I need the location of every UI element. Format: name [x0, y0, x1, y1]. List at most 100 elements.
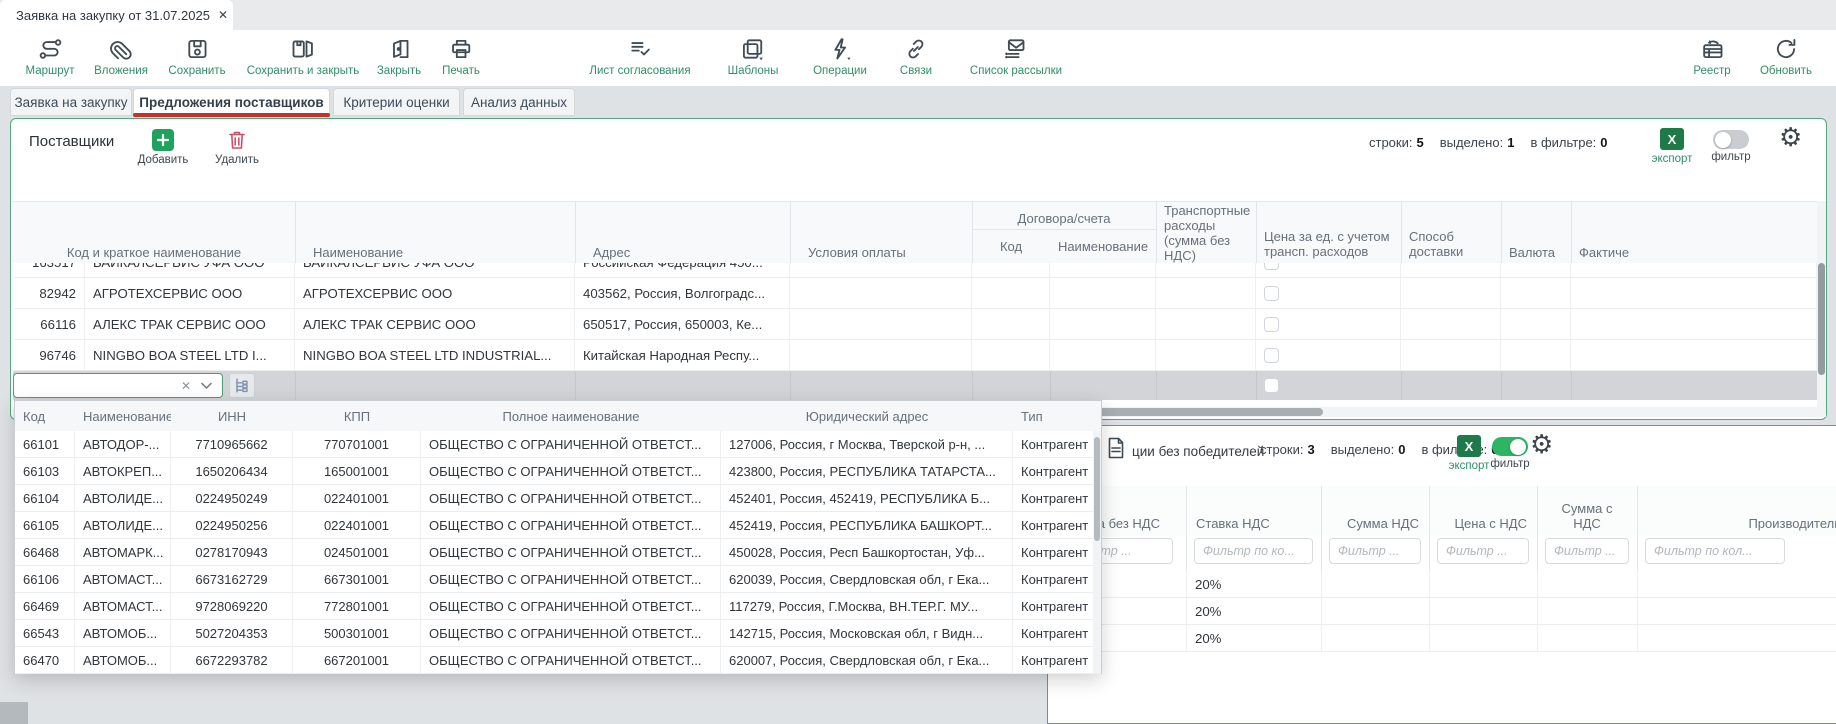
- lightning-icon: [813, 36, 867, 62]
- toolbar-button-door[interactable]: Закрыть: [377, 36, 421, 77]
- tab-evaluation-criteria[interactable]: Критерии оценки: [333, 88, 460, 116]
- checkbox[interactable]: [1264, 378, 1279, 393]
- checkbox[interactable]: [1264, 286, 1279, 301]
- suppliers-grid: Код и краткое наименованиеНаименованиеАд…: [11, 119, 1826, 419]
- tab-data-analysis[interactable]: Анализ данных: [463, 88, 575, 116]
- column-header-sum-with-vat[interactable]: Сумма с НДС: [1537, 486, 1637, 532]
- filter-input-manufacturer[interactable]: [1645, 538, 1785, 564]
- popup-cell-full-name: ОБЩЕСТВО С ОГРАНИЧЕННОЙ ОТВЕТСТ...: [421, 458, 721, 484]
- row-cell: [1501, 263, 1571, 278]
- hierarchy-select-button[interactable]: [229, 373, 255, 398]
- popup-row[interactable]: 66103АВТОКРЕП...1650206434165001001ОБЩЕС…: [15, 458, 1101, 485]
- row-cell: [790, 263, 972, 278]
- divider: [1501, 202, 1502, 264]
- filter-input-price-with-vat[interactable]: [1437, 538, 1529, 564]
- column-header-delivery-method[interactable]: Способ доставки: [1401, 202, 1501, 260]
- toolbar-button-save[interactable]: Сохранить: [168, 36, 225, 77]
- column-header-contract-code[interactable]: Код: [972, 230, 1050, 262]
- divider: [575, 202, 576, 264]
- table-row[interactable]: 66116АЛЕКС ТРАК СЕРВИС ОООАЛЕКС ТРАК СЕР…: [13, 309, 1817, 340]
- popup-cell-kpp: 500301001: [293, 620, 421, 646]
- divider: [790, 202, 791, 264]
- close-icon[interactable]: ✕: [218, 8, 228, 22]
- clear-icon[interactable]: ✕: [181, 379, 191, 393]
- popup-cell-name: АВТОЛИДЕ...: [75, 512, 171, 538]
- popup-cell-code: 66543: [15, 620, 75, 646]
- toolbar-button-save-close[interactable]: Сохранить и закрыть: [247, 36, 360, 77]
- filter-input-vat-rate[interactable]: [1194, 538, 1313, 564]
- popup-row[interactable]: 66106АВТОМАСТ...6673162729667301001ОБЩЕС…: [15, 566, 1101, 593]
- chevron-down-icon[interactable]: [201, 382, 212, 390]
- supplier-combobox[interactable]: ✕: [13, 373, 223, 398]
- filter-input-sum-with-vat[interactable]: [1545, 538, 1629, 564]
- toolbar-button-label: Лист согласования: [589, 65, 690, 77]
- tab-supplier-offers[interactable]: Предложения поставщиков: [133, 88, 330, 116]
- popup-cell-name: АВТОМАСТ...: [75, 593, 171, 619]
- table-row[interactable]: 20%: [1049, 625, 1836, 652]
- table-row[interactable]: 20%: [1049, 598, 1836, 625]
- popup-row[interactable]: 66470АВТОМОБ...6672293782667201001ОБЩЕСТ…: [15, 647, 1101, 674]
- new-row-editor[interactable]: ✕: [13, 371, 1817, 400]
- row-cell: [1430, 571, 1538, 597]
- popup-row[interactable]: 66104АВТОЛИДЕ...0224950249022401001ОБЩЕС…: [15, 485, 1101, 512]
- column-header-code-shortname[interactable]: Код и краткое наименование: [13, 202, 295, 260]
- row-cell: [1430, 598, 1538, 624]
- filter-input-vat-sum[interactable]: [1329, 538, 1421, 564]
- popup-column-header-inn[interactable]: ИНН: [171, 401, 293, 431]
- checkbox[interactable]: [1264, 263, 1279, 270]
- checkbox[interactable]: [1264, 348, 1279, 363]
- toolbar-button-mailing[interactable]: Список рассылки: [970, 36, 1062, 77]
- table-row[interactable]: 96746NINGBO BOA STEEL LTD I...NINGBO BOA…: [13, 340, 1817, 371]
- table-row[interactable]: 163517БАЙКАЛСЕРВИС УФА ОООБАЙКАЛСЕРВИС У…: [13, 263, 1817, 278]
- column-header-unit-price-with-transport[interactable]: Цена за ед. с учетом трансп. расходов: [1256, 202, 1401, 260]
- popup-column-header-type[interactable]: Тип: [1013, 401, 1095, 431]
- group-header-contracts[interactable]: Договора/счета: [972, 202, 1156, 226]
- popup-row[interactable]: 66105АВТОЛИДЕ...0224950256022401001ОБЩЕС…: [15, 512, 1101, 539]
- toolbar-button-sheet-check[interactable]: Лист согласования: [589, 36, 690, 77]
- toolbar-button-refresh[interactable]: Обновить: [1760, 36, 1812, 77]
- column-header-actual[interactable]: Фактиче: [1571, 202, 1817, 260]
- popup-row[interactable]: 66469АВТОМАСТ...9728069220772801001ОБЩЕС…: [15, 593, 1101, 620]
- row-cell: [1571, 263, 1817, 278]
- column-header-name[interactable]: Наименование: [305, 202, 575, 260]
- toolbar-button-lightning[interactable]: Операции: [813, 36, 867, 77]
- column-header-payment-terms[interactable]: Условия оплаты: [800, 202, 972, 260]
- toolbar-button-links[interactable]: Связи: [900, 36, 932, 77]
- column-header-vat-rate[interactable]: Ставка НДС: [1186, 486, 1321, 532]
- popup-scrollbar-thumb[interactable]: [1094, 437, 1100, 541]
- popup-column-header-kpp[interactable]: КПП: [293, 401, 421, 431]
- tab-request[interactable]: Заявка на закупку: [10, 88, 132, 116]
- column-header-transport-costs[interactable]: Транспортные расходы (сумма без НДС): [1156, 204, 1256, 264]
- popup-column-header-code[interactable]: Код: [15, 401, 75, 431]
- vertical-scrollbar-thumb[interactable]: [1818, 263, 1825, 375]
- table-row[interactable]: 82942АГРОТЕХСЕРВИС ОООАГРОТЕХСЕРВИС ООО4…: [13, 278, 1817, 309]
- row-cell: [1050, 263, 1156, 278]
- column-header-vat-sum[interactable]: Сумма НДС: [1321, 486, 1429, 532]
- column-header-currency[interactable]: Валюта: [1501, 202, 1571, 260]
- divider: [1256, 202, 1257, 264]
- popup-row[interactable]: 66543АВТОМОБ...5027204353500301001ОБЩЕСТ…: [15, 620, 1101, 647]
- popup-cell-legal-address: 117279, Россия, Г.Москва, ВН.ТЕР.Г. МУ..…: [721, 593, 1013, 619]
- row-cell: [1050, 340, 1156, 371]
- divider: [790, 371, 791, 400]
- popup-column-header-full-name[interactable]: Полное наименование: [421, 401, 721, 431]
- toolbar-button-paperclip[interactable]: Вложения: [94, 36, 148, 77]
- main-toolbar: Маршрут Вложения Сохранить Сохранить и закр…: [0, 30, 1836, 86]
- document-tab[interactable]: Заявка на закупку от 31.07.2025 ✕: [0, 0, 233, 30]
- popup-column-header-name[interactable]: Наименование: [75, 401, 171, 431]
- row-cell: [1322, 571, 1430, 597]
- toolbar-button-registry[interactable]: Реестр: [1693, 36, 1730, 77]
- toolbar-button-printer[interactable]: Печать: [442, 36, 480, 77]
- column-header-manufacturer[interactable]: Производитель: [1637, 486, 1836, 532]
- column-header-contract-name[interactable]: Наименование: [1050, 230, 1156, 262]
- column-header-price-with-vat[interactable]: Цена с НДС: [1429, 486, 1537, 532]
- table-row[interactable]: 20%: [1049, 571, 1836, 598]
- toolbar-button-route[interactable]: Маршрут: [25, 36, 74, 77]
- popup-row[interactable]: 66101АВТОДОР-...7710965662770701001ОБЩЕС…: [15, 431, 1101, 458]
- checkbox[interactable]: [1264, 317, 1279, 332]
- toolbar-button-templates[interactable]: Шаблоны: [728, 36, 779, 77]
- popup-column-header-legal-address[interactable]: Юридический адрес: [721, 401, 1013, 431]
- row-cell: NINGBO BOA STEEL LTD INDUSTRIAL...: [295, 340, 575, 371]
- column-header-address[interactable]: Адрес: [585, 202, 790, 260]
- popup-row[interactable]: 66468АВТОМАРК...0278170943024501001ОБЩЕС…: [15, 539, 1101, 566]
